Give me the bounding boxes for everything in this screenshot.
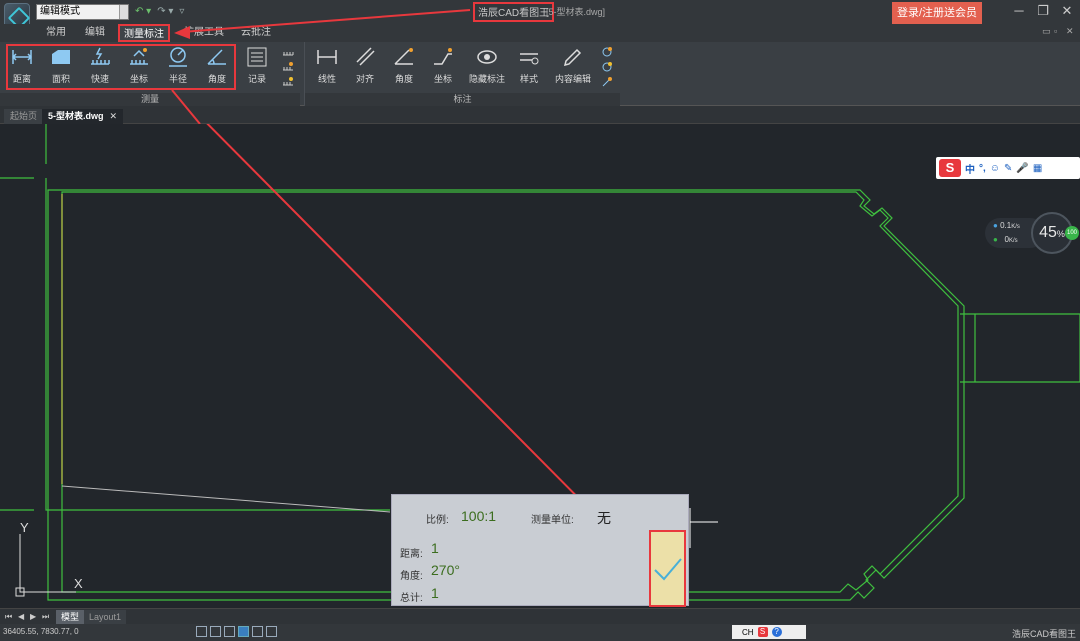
angle-value: 270° bbox=[431, 562, 460, 578]
memory-percent-sign: % bbox=[1056, 229, 1065, 239]
otrack-toggle-icon[interactable] bbox=[266, 626, 277, 637]
angle-label: 角度: bbox=[400, 571, 423, 582]
status-toggle-icons bbox=[196, 626, 277, 637]
app-window: 编辑模式 ↶ ▾ ↷ ▾ ▿ 浩辰CAD看图王 [5-型材表.dwg] 登录/注… bbox=[0, 0, 1080, 641]
upload-speed-value: 0.1 bbox=[1000, 221, 1012, 230]
tab-arrow-overlay bbox=[171, 9, 471, 124]
download-speed-unit: K/s bbox=[1008, 238, 1018, 244]
scale-value: 100:1 bbox=[461, 508, 497, 524]
side-rectangle bbox=[960, 313, 1080, 383]
next-layout-icon[interactable]: ▶ bbox=[30, 612, 36, 621]
ime-handwrite-icon[interactable]: ✎ bbox=[1004, 163, 1012, 174]
cursor-crosshair bbox=[689, 508, 718, 548]
measure-line bbox=[61, 485, 391, 513]
checkmark-icon bbox=[654, 558, 682, 581]
grid-toggle-icon[interactable] bbox=[196, 626, 207, 637]
outer-frame-lines bbox=[0, 124, 390, 511]
help-tray-icon[interactable]: ? bbox=[771, 627, 782, 637]
ime-emoji-icon[interactable]: ☺ bbox=[990, 163, 1000, 174]
upload-speed: ● 0.1K/s bbox=[993, 221, 1020, 230]
last-layout-icon[interactable]: ⏭ bbox=[42, 612, 49, 622]
ime-chinese-mode[interactable]: 中 bbox=[965, 161, 975, 176]
status-app-name: 浩辰CAD看图王 bbox=[1011, 629, 1076, 639]
system-tray: CH S ? bbox=[732, 625, 806, 639]
first-layout-icon[interactable]: ⏮ bbox=[5, 612, 12, 622]
measure-result-panel: 比例: 100:1 测量单位: 无 距离: 1 角度: 270° 总计: 1 bbox=[391, 494, 689, 606]
prev-layout-icon[interactable]: ◀ bbox=[18, 612, 24, 621]
model-tabs-bar: ⏮ ◀ ▶ ⏭ 模型 Layout1 bbox=[0, 608, 1080, 624]
total-label: 总计: bbox=[400, 593, 423, 604]
ucs-x-label: X bbox=[74, 576, 83, 591]
upload-speed-unit: K/s bbox=[1011, 224, 1020, 230]
tab-layout1[interactable]: Layout1 bbox=[84, 610, 127, 624]
osnap-toggle-icon[interactable] bbox=[252, 626, 263, 637]
total-value: 1 bbox=[431, 585, 439, 601]
sogou-logo-icon[interactable]: S bbox=[939, 159, 961, 177]
ime-toolbar[interactable]: S 中 °, ☺ ✎ 🎤 ▦ bbox=[936, 157, 1080, 179]
scale-label: 比例: bbox=[426, 515, 449, 526]
ime-toolbox-icon[interactable]: ▦ bbox=[1033, 163, 1042, 174]
confirm-button[interactable] bbox=[649, 530, 686, 607]
arrow-line-to-confirm bbox=[206, 124, 631, 551]
ortho-toggle-icon[interactable] bbox=[224, 626, 235, 637]
ime-language-indicator[interactable]: CH bbox=[742, 628, 754, 637]
unit-value: 无 bbox=[597, 510, 611, 526]
speed-badge: 100 bbox=[1065, 226, 1079, 240]
network-speed-widget[interactable]: ● 0.1K/s ● 0K/s 45% 100 bbox=[985, 212, 1080, 254]
unit-label: 测量单位: bbox=[531, 515, 574, 526]
tab-model[interactable]: 模型 bbox=[56, 610, 85, 624]
download-speed: ● 0K/s bbox=[993, 235, 1018, 244]
sogou-tray-icon[interactable]: S bbox=[757, 627, 768, 637]
ucs-y-label: Y bbox=[20, 520, 29, 535]
ime-punctuation[interactable]: °, bbox=[979, 163, 986, 174]
polar-toggle-icon[interactable] bbox=[238, 626, 249, 637]
memory-percent: 45 bbox=[1039, 224, 1057, 241]
cursor-coordinates: 36405.55, 7830.77, 0 bbox=[3, 627, 79, 636]
ime-voice-icon[interactable]: 🎤 bbox=[1016, 163, 1028, 174]
distance-label: 距离: bbox=[400, 549, 423, 560]
distance-value: 1 bbox=[431, 540, 439, 556]
snap-toggle-icon[interactable] bbox=[210, 626, 221, 637]
status-bar: 36405.55, 7830.77, 0 CH S ? 浩辰CAD看图王 bbox=[0, 624, 1080, 641]
